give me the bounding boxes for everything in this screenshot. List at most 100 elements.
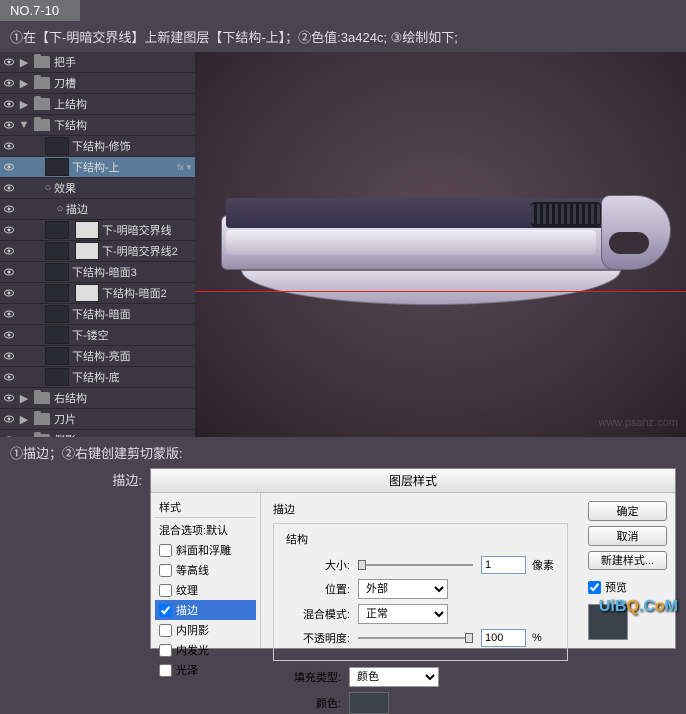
layer-name: 下结构-上 (72, 159, 120, 175)
visibility-icon[interactable] (2, 97, 16, 111)
layer-row[interactable]: 下结构-亮面 (0, 346, 195, 367)
layer-row[interactable]: 下-镂空 (0, 325, 195, 346)
layer-row[interactable]: ▼ 下结构 (0, 115, 195, 136)
style-option[interactable]: 描边 (155, 600, 256, 620)
expand-icon[interactable]: ○ (54, 203, 66, 215)
style-option[interactable]: 内阴影 (155, 620, 256, 640)
style-option[interactable]: 内发光 (155, 640, 256, 660)
knife-bottom-curve (241, 270, 621, 305)
layer-thumbnail (45, 305, 69, 323)
canvas-preview[interactable]: www.psahz.com (195, 52, 686, 437)
fill-label: 填充类型: (273, 669, 341, 685)
new-style-button[interactable]: 新建样式... (588, 551, 667, 571)
expand-icon[interactable]: ▶ (18, 392, 30, 405)
visibility-icon[interactable] (2, 286, 16, 300)
folder-icon (34, 434, 50, 437)
size-slider[interactable] (358, 564, 473, 566)
folder-icon (34, 77, 50, 89)
styles-header: 样式 (155, 497, 256, 518)
visibility-icon[interactable] (2, 412, 16, 426)
expand-icon[interactable]: ▶ (18, 77, 30, 90)
color-swatch[interactable] (349, 692, 389, 714)
layer-row[interactable]: 下结构-暗面2 (0, 283, 195, 304)
expand-icon[interactable]: ▶ (18, 56, 30, 69)
style-checkbox[interactable] (159, 624, 172, 637)
layer-name: 刀片 (54, 411, 76, 427)
layer-row[interactable]: 下-明暗交界线2 (0, 241, 195, 262)
layer-row[interactable]: ○描边 (0, 199, 195, 220)
style-option[interactable]: 光泽 (155, 660, 256, 680)
layer-row[interactable]: ○效果 (0, 178, 195, 199)
section-stroke: 描边 (273, 501, 568, 517)
opacity-unit: % (532, 632, 542, 644)
visibility-icon[interactable] (2, 328, 16, 342)
knife-illustration (221, 190, 661, 300)
style-checkbox[interactable] (159, 604, 172, 617)
visibility-icon[interactable] (2, 244, 16, 258)
size-input[interactable] (481, 556, 526, 574)
knife-slider-grip (531, 204, 601, 224)
expand-icon[interactable]: ▶ (18, 98, 30, 111)
visibility-icon[interactable] (2, 160, 16, 174)
layer-row[interactable]: 下结构-暗面 (0, 304, 195, 325)
layer-name: 下结构 (54, 117, 87, 133)
style-option[interactable]: 等高线 (155, 560, 256, 580)
visibility-icon[interactable] (2, 391, 16, 405)
visibility-icon[interactable] (2, 223, 16, 237)
blend-default-row[interactable]: 混合选项:默认 (155, 520, 256, 540)
expand-icon[interactable]: ○ (42, 182, 54, 194)
cancel-button[interactable]: 取消 (588, 526, 667, 546)
layer-row[interactable]: ▶刀槽 (0, 73, 195, 94)
layer-row[interactable]: 下-明暗交界线 (0, 220, 195, 241)
layers-panel[interactable]: ▶把手▶刀槽▶上结构▼下结构下结构-修饰下结构-上fx ▾○效果○描边下-明暗交… (0, 52, 195, 437)
style-option[interactable]: 斜面和浮雕 (155, 540, 256, 560)
layer-row[interactable]: ▶ 刀片 (0, 409, 195, 430)
color-label: 颜色: (273, 695, 341, 711)
fill-select[interactable]: 颜色 (349, 667, 439, 687)
layer-row[interactable]: ▶倒影 (0, 430, 195, 437)
style-option[interactable]: 纹理 (155, 580, 256, 600)
visibility-icon[interactable] (2, 118, 16, 132)
layer-thumbnail (45, 326, 69, 344)
opacity-slider[interactable] (358, 637, 473, 639)
style-checkbox[interactable] (159, 584, 172, 597)
layer-row[interactable]: 下结构-修饰 (0, 136, 195, 157)
expand-icon[interactable]: ▼ (18, 119, 30, 131)
style-label: 斜面和浮雕 (176, 542, 231, 558)
folder-icon (34, 413, 50, 425)
layer-row[interactable]: ▶把手 (0, 52, 195, 73)
layer-name: 效果 (54, 180, 76, 196)
visibility-icon[interactable] (2, 76, 16, 90)
visibility-icon[interactable] (2, 139, 16, 153)
style-checkbox[interactable] (159, 664, 172, 677)
visibility-icon[interactable] (2, 202, 16, 216)
mask-thumbnail (75, 221, 99, 239)
visibility-icon[interactable] (2, 370, 16, 384)
position-select[interactable]: 外部 (358, 579, 448, 599)
visibility-icon[interactable] (2, 349, 16, 363)
layer-row[interactable]: 下结构-上 fx ▾ (0, 157, 195, 178)
layer-row[interactable]: ▶上结构 (0, 94, 195, 115)
layer-name: 下-明暗交界线2 (102, 243, 178, 259)
blend-select[interactable]: 正常 (358, 604, 448, 624)
opacity-input[interactable] (481, 629, 526, 647)
guide-line (195, 291, 686, 292)
visibility-icon[interactable] (2, 307, 16, 321)
style-checkbox[interactable] (159, 544, 172, 557)
visibility-icon[interactable] (2, 265, 16, 279)
layer-name: 右结构 (54, 390, 87, 406)
preview-checkbox[interactable] (588, 581, 601, 594)
layer-row[interactable]: 下结构-暗面3 (0, 262, 195, 283)
style-checkbox[interactable] (159, 564, 172, 577)
fx-badge[interactable]: fx ▾ (177, 162, 191, 173)
expand-icon[interactable]: ▶ (18, 413, 30, 426)
visibility-icon[interactable] (2, 433, 16, 437)
layer-row[interactable]: 下结构-底 (0, 367, 195, 388)
ok-button[interactable]: 确定 (588, 501, 667, 521)
visibility-icon[interactable] (2, 55, 16, 69)
layer-name: 下-明暗交界线 (102, 222, 172, 238)
layer-row[interactable]: ▶ 右结构 (0, 388, 195, 409)
expand-icon[interactable]: ▶ (18, 434, 30, 438)
style-checkbox[interactable] (159, 644, 172, 657)
visibility-icon[interactable] (2, 181, 16, 195)
